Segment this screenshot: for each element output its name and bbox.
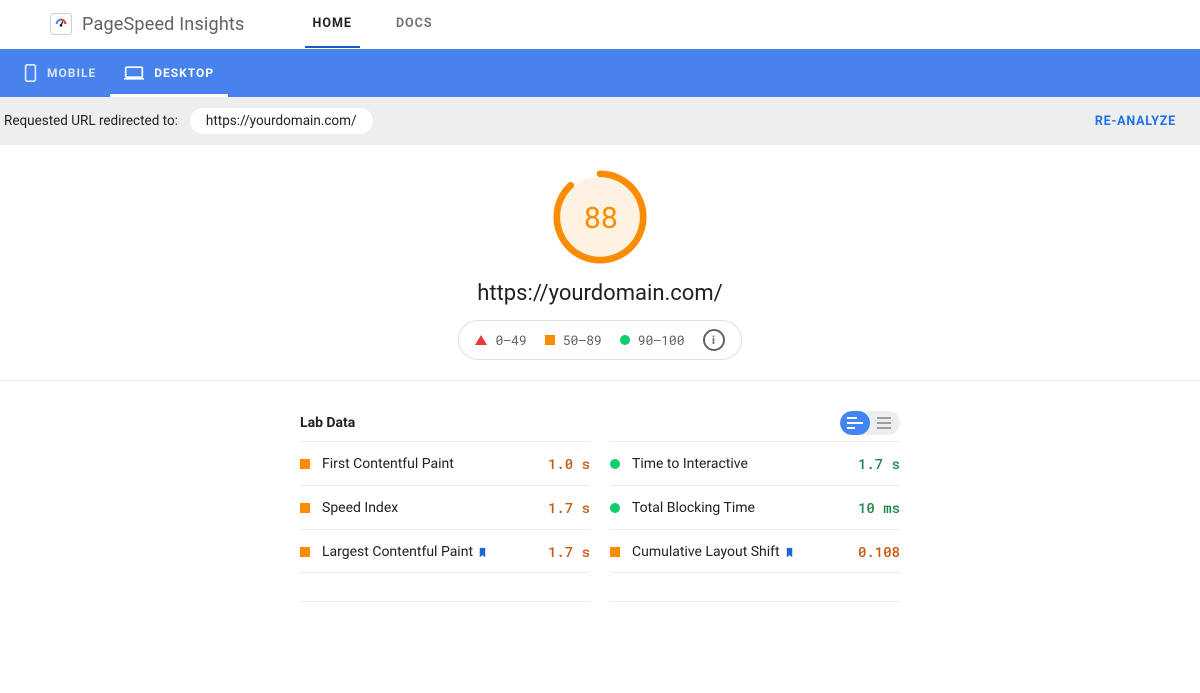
score-hero: 88 https://yourdomain.com/ 0–49 50–89 90…: [0, 145, 1200, 381]
metric-name: Speed Index: [322, 500, 398, 516]
metric-value: 1.7 s: [858, 454, 900, 473]
reanalyze-button[interactable]: RE-ANALYZE: [1095, 114, 1176, 129]
mobile-icon: [24, 64, 37, 82]
square-icon: [610, 547, 620, 557]
metric-row: Cumulative Layout Shift 0.108: [610, 529, 900, 573]
square-icon: [300, 503, 310, 513]
metric-column: First Contentful Paint 1.0 s Speed Index 1.…: [300, 441, 590, 602]
app-title: PageSpeed Insights: [82, 14, 245, 35]
gauge-logo-icon: [50, 13, 72, 35]
legend-good: 90–100: [620, 331, 685, 349]
legend-poor: 0–49: [475, 331, 526, 349]
metrics-grid: First Contentful Paint 1.0 s Speed Index 1.…: [300, 441, 900, 602]
circle-icon: [610, 459, 620, 469]
view-toggle: [840, 411, 900, 435]
metric-name: First Contentful Paint: [322, 456, 454, 472]
metric-value: 1.7 s: [548, 498, 590, 517]
info-bar: Requested URL redirected to: https://you…: [0, 97, 1200, 145]
metric-name: Total Blocking Time: [632, 500, 755, 516]
nav-tabs: HOME DOCS: [305, 0, 441, 48]
lab-data-section: Lab Data First Contentful Paint 1.0 s Spee…: [292, 411, 908, 602]
circle-icon: [620, 335, 630, 345]
view-toggle-expanded[interactable]: [840, 411, 870, 435]
analyzed-url: https://yourdomain.com/: [477, 281, 722, 306]
metric-value: 0.108: [858, 542, 900, 561]
legend-avg: 50–89: [545, 331, 602, 349]
info-icon[interactable]: i: [703, 329, 725, 351]
legend-label: 90–100: [638, 331, 685, 349]
redirected-url: https://yourdomain.com/: [190, 108, 373, 134]
nav-tab-label: HOME: [313, 16, 352, 31]
score-number: 88: [552, 169, 648, 265]
nav-tab-label: DOCS: [396, 16, 433, 31]
desktop-icon: [124, 65, 144, 81]
device-tab-label: DESKTOP: [154, 66, 214, 80]
square-icon: [300, 459, 310, 469]
square-icon: [545, 335, 555, 345]
device-tab-mobile[interactable]: MOBILE: [10, 49, 110, 97]
device-tab-desktop[interactable]: DESKTOP: [110, 49, 228, 97]
metric-row: Largest Contentful Paint 1.7 s: [300, 529, 590, 573]
metric-row: Total Blocking Time 10 ms: [610, 485, 900, 529]
legend-label: 50–89: [563, 331, 602, 349]
metric-name: Cumulative Layout Shift: [632, 544, 795, 560]
metric-row: Speed Index 1.7 s: [300, 485, 590, 529]
device-bar: MOBILE DESKTOP: [0, 49, 1200, 97]
lab-header: Lab Data: [300, 411, 900, 435]
metric-column: Time to Interactive 1.7 s Total Blocking T…: [610, 441, 900, 602]
bookmark-icon: [477, 547, 488, 558]
square-icon: [300, 547, 310, 557]
app-logo: PageSpeed Insights: [50, 13, 245, 35]
score-gauge: 88: [552, 169, 648, 265]
view-toggle-compact[interactable]: [870, 411, 900, 435]
metric-spacer: [300, 572, 590, 602]
nav-tab-home[interactable]: HOME: [305, 0, 360, 48]
top-header: PageSpeed Insights HOME DOCS: [0, 0, 1200, 49]
triangle-icon: [475, 335, 487, 345]
device-tab-label: MOBILE: [47, 66, 96, 80]
circle-icon: [610, 503, 620, 513]
score-legend: 0–49 50–89 90–100 i: [458, 320, 741, 360]
lab-title: Lab Data: [300, 415, 355, 431]
metric-spacer: [610, 572, 900, 602]
metric-value: 10 ms: [858, 498, 900, 517]
metric-name: Time to Interactive: [632, 456, 748, 472]
metric-value: 1.7 s: [548, 542, 590, 561]
metric-value: 1.0 s: [548, 454, 590, 473]
legend-label: 0–49: [495, 331, 526, 349]
metric-name: Largest Contentful Paint: [322, 544, 488, 560]
metric-row: First Contentful Paint 1.0 s: [300, 441, 590, 485]
redirect-label: Requested URL redirected to:: [4, 113, 178, 129]
metric-row: Time to Interactive 1.7 s: [610, 441, 900, 485]
nav-tab-docs[interactable]: DOCS: [388, 0, 441, 48]
bookmark-icon: [784, 547, 795, 558]
